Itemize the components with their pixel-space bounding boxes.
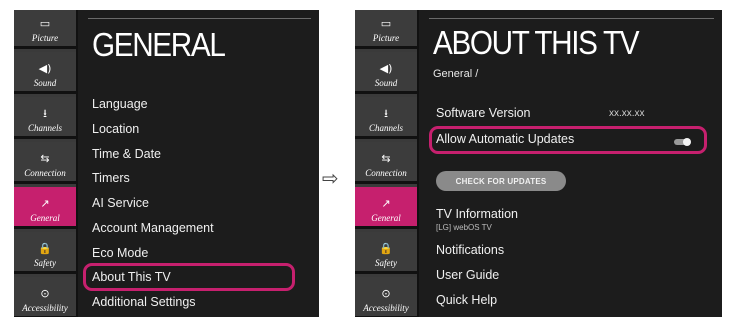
sidebar-item-accessibility[interactable]: ⊙ Accessibility [355,277,417,317]
sidebar-item-label: Connection [24,168,66,178]
sidebar-item-channels[interactable]: ⭳ Channels [14,97,76,139]
tv-screen-general: ▭ Picture ◀) Sound ⭳ Channels ⇆ Connecti… [14,10,319,317]
sidebar-item-label: Accessibility [363,303,409,313]
accessibility-icon: ⊙ [381,287,391,300]
sidebar-item-sound[interactable]: ◀) Sound [14,52,76,94]
about-panel: ABOUT THIS TV General / Software Version… [419,10,722,317]
general-menu-panel: GENERAL Language Location Time & Date Ti… [78,10,319,317]
sidebar-item-label: Connection [365,168,407,178]
breadcrumb: General / [433,68,479,80]
sidebar-item-accessibility[interactable]: ⊙ Accessibility [14,277,76,317]
menu-item-account-management[interactable]: Account Management [92,221,214,235]
sidebar-item-picture[interactable]: ▭ Picture [355,10,417,49]
picture-icon: ▭ [380,17,392,30]
menu-item-language[interactable]: Language [92,97,148,111]
wrench-icon: ↗ [40,197,50,210]
menu-item-eco-mode[interactable]: Eco Mode [92,246,148,260]
sidebar-item-label: Channels [368,123,403,133]
sidebar-item-label: Picture [31,33,59,43]
sidebar-item-general[interactable]: ↗ General [355,187,417,229]
check-for-updates-button[interactable]: CHECK FOR UPDATES [436,171,566,191]
user-guide-label[interactable]: User Guide [436,268,499,282]
menu-item-timers[interactable]: Timers [92,171,130,185]
accessibility-icon: ⊙ [40,287,50,300]
settings-sidebar: ▭ Picture ◀) Sound ⭳ Channels ⇆ Connecti… [14,10,78,317]
allow-automatic-updates-label[interactable]: Allow Automatic Updates [436,132,574,146]
menu-item-location[interactable]: Location [92,122,139,136]
tv-information-subtext: [LG] webOS TV [436,223,492,232]
speaker-icon: ◀) [379,62,393,75]
sidebar-item-label: Picture [372,33,400,43]
sidebar-item-label: Accessibility [22,303,68,313]
speaker-icon: ◀) [38,62,52,75]
lock-icon: 🔒 [38,242,52,255]
sidebar-item-label: General [30,213,60,223]
settings-sidebar: ▭ Picture ◀) Sound ⭳ Channels ⇆ Connecti… [355,10,419,317]
sidebar-item-channels[interactable]: ⭳ Channels [355,97,417,139]
quick-help-label[interactable]: Quick Help [436,293,497,307]
menu-item-ai-service[interactable]: AI Service [92,196,149,210]
wrench-icon: ↗ [381,197,391,210]
page-title: GENERAL [92,26,226,63]
software-version-label: Software Version [436,106,531,120]
notifications-label[interactable]: Notifications [436,243,504,257]
antenna-icon: ⭳ [43,107,47,120]
lock-icon: 🔒 [379,242,393,255]
sidebar-item-label: Safety [375,258,397,268]
sidebar-item-sound[interactable]: ◀) Sound [355,52,417,94]
sidebar-item-general[interactable]: ↗ General [14,187,76,229]
tv-screen-about: ▭ Picture ◀) Sound ⭳ Channels ⇆ Connecti… [355,10,722,317]
sidebar-item-label: General [371,213,401,223]
divider [88,18,311,19]
auto-updates-toggle[interactable] [674,138,691,146]
sidebar-item-label: Sound [374,78,398,88]
software-version-value: xx.xx.xx [609,108,645,119]
antenna-icon: ⭳ [384,107,388,120]
sidebar-item-safety[interactable]: 🔒 Safety [355,232,417,274]
menu-item-additional-settings[interactable]: Additional Settings [92,295,196,309]
menu-item-about-this-tv[interactable]: About This TV [92,270,171,284]
sidebar-item-label: Safety [34,258,56,268]
sidebar-item-connection[interactable]: ⇆ Connection [355,142,417,184]
sidebar-item-picture[interactable]: ▭ Picture [14,10,76,49]
page-title: ABOUT THIS TV [433,24,640,61]
connection-icon: ⇆ [381,152,391,165]
sidebar-item-safety[interactable]: 🔒 Safety [14,232,76,274]
tv-information-label[interactable]: TV Information [436,207,518,221]
menu-item-time-date[interactable]: Time & Date [92,147,161,161]
sidebar-item-label: Sound [33,78,57,88]
sidebar-item-connection[interactable]: ⇆ Connection [14,142,76,184]
picture-icon: ▭ [39,17,51,30]
arrow-right-icon: ⇨ [322,166,339,190]
divider [429,18,714,19]
connection-icon: ⇆ [40,152,50,165]
sidebar-item-label: Channels [27,123,62,133]
